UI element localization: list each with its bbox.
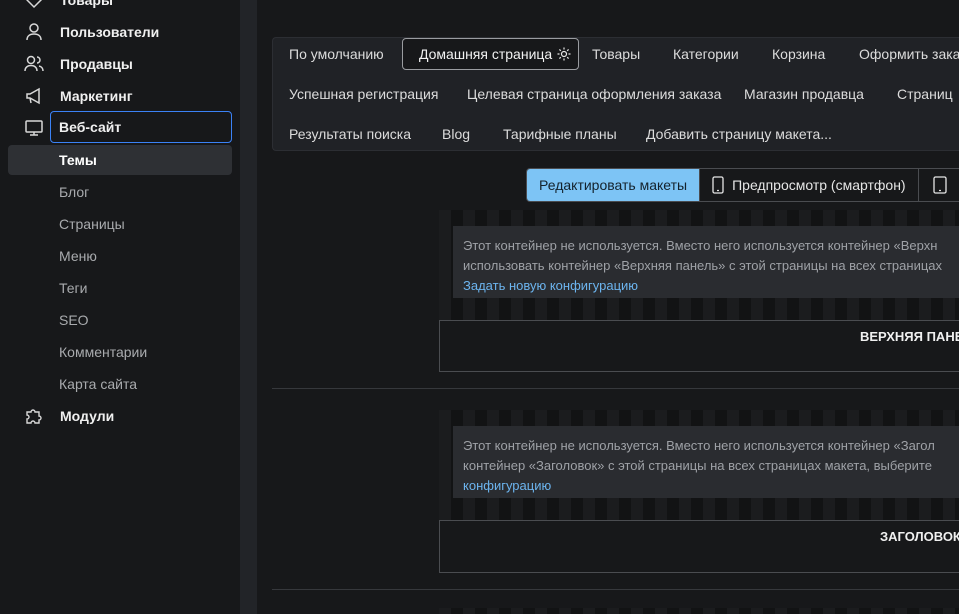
set-new-config-link[interactable]: конфигурацию <box>463 476 959 496</box>
tab-home-page[interactable]: Домашняя страница <box>402 38 580 70</box>
sidebar-item-vendors[interactable]: Продавцы <box>10 50 230 78</box>
sidebar-item-marketing[interactable]: Маркетинг <box>10 82 230 110</box>
sidebar-item-products[interactable]: Товары <box>10 0 230 14</box>
user-icon <box>22 20 46 44</box>
sidebar-item-users[interactable]: Пользователи <box>10 18 230 46</box>
sidebar-subitem-comments[interactable]: Комментарии <box>8 337 232 367</box>
main-content: По умолчанию Домашняя страница Товары Ка… <box>257 0 959 614</box>
tab-cart[interactable]: Корзина <box>772 39 825 69</box>
view-mode-toggle: Редактировать макеты Предпросмотр (смарт… <box>526 168 959 202</box>
container-next <box>439 608 959 614</box>
gear-icon[interactable] <box>556 46 572 62</box>
users-icon <box>22 52 46 76</box>
sidebar-subitem-pages[interactable]: Страницы <box>8 209 232 239</box>
container-notice: Этот контейнер не используется. Вместо н… <box>453 226 959 298</box>
grid-slot[interactable]: ВЕРХНЯЯ ПАНЕ <box>439 320 959 372</box>
tab-blog[interactable]: Blog <box>442 119 470 149</box>
tab-successful-registration[interactable]: Успешная регистрация <box>289 79 438 109</box>
sidebar-scroll-rail[interactable] <box>240 0 257 614</box>
sidebar-subitem-label: Меню <box>59 248 97 264</box>
tab-categories[interactable]: Категории <box>673 39 739 69</box>
sidebar-item-website[interactable]: Веб-сайт <box>50 111 232 143</box>
tab-search-results[interactable]: Результаты поиска <box>289 119 411 149</box>
sidebar-subitem-tags[interactable]: Теги <box>8 273 232 303</box>
notice-text-line: контейнер «Заголовок» с этой страницы на… <box>463 458 932 473</box>
sidebar-item-label: Модули <box>60 408 115 424</box>
container-title: ЗАГОЛОВОК <box>880 529 959 544</box>
tab-products[interactable]: Товары <box>592 39 640 69</box>
layout-tabs-panel: По умолчанию Домашняя страница Товары Ка… <box>272 37 959 151</box>
sidebar-item-label: Маркетинг <box>60 88 133 104</box>
sidebar-subitem-label: Страницы <box>59 216 125 232</box>
sidebar-item-label: Пользователи <box>60 24 160 40</box>
tab-checkout[interactable]: Оформить заказ <box>859 39 959 69</box>
megaphone-icon <box>22 84 46 108</box>
tablet-icon <box>932 176 947 194</box>
set-new-config-link[interactable]: Задать новую конфигурацию <box>463 276 959 296</box>
preview-phone-button[interactable]: Предпросмотр (смартфон) <box>700 169 919 201</box>
sidebar-subitem-sitemap[interactable]: Карта сайта <box>8 369 232 399</box>
sidebar-subitem-blog[interactable]: Блог <box>8 177 232 207</box>
puzzle-icon <box>22 404 46 428</box>
sidebar-item-label: Продавцы <box>60 56 133 72</box>
sidebar-subitem-label: Блог <box>59 184 90 200</box>
notice-text-line: Этот контейнер не используется. Вместо н… <box>463 238 938 253</box>
grid-slot[interactable]: ЗАГОЛОВОК <box>439 520 959 573</box>
section-divider <box>272 388 959 389</box>
notice-text-line: Этот контейнер не используется. Вместо н… <box>463 438 935 453</box>
sidebar-subitem-label: SEO <box>59 312 89 328</box>
container-title: ВЕРХНЯЯ ПАНЕ <box>860 329 959 344</box>
tab-vendor-store[interactable]: Магазин продавца <box>744 79 864 109</box>
tab-checkout-landing[interactable]: Целевая страница оформления заказа <box>467 79 721 109</box>
sidebar-item-label: Веб-сайт <box>59 119 122 135</box>
section-divider <box>272 589 959 590</box>
preview-tablet-button[interactable] <box>919 169 959 201</box>
sidebar-item-modules[interactable]: Модули <box>10 402 230 430</box>
tab-pages[interactable]: Страниц <box>897 79 953 109</box>
sidebar-item-label: Товары <box>60 0 113 8</box>
tab-add-layout-page[interactable]: Добавить страницу макета... <box>646 119 832 149</box>
notice-text-line: использовать контейнер «Верхняя панель» … <box>463 258 943 273</box>
sidebar-subitem-label: Комментарии <box>59 344 148 360</box>
edit-layouts-button[interactable]: Редактировать макеты <box>527 169 701 201</box>
monitor-icon <box>22 116 46 140</box>
sidebar-subitem-label: Теги <box>59 280 88 296</box>
sidebar-subitem-label: Темы <box>59 152 97 168</box>
sidebar-subitem-label: Карта сайта <box>59 376 137 392</box>
sidebar-subitem-seo[interactable]: SEO <box>8 305 232 335</box>
container-notice: Этот контейнер не используется. Вместо н… <box>453 426 959 498</box>
tab-label: Домашняя страница <box>419 46 553 62</box>
tag-icon <box>22 0 46 12</box>
tab-pricing-plans[interactable]: Тарифные планы <box>503 119 617 149</box>
smartphone-icon <box>712 176 724 194</box>
sidebar: Товары Пользователи Продавцы Маркетинг В… <box>0 0 240 614</box>
sidebar-subitem-menu[interactable]: Меню <box>8 241 232 271</box>
sidebar-subitem-themes[interactable]: Темы <box>8 145 232 175</box>
tab-default[interactable]: По умолчанию <box>289 39 384 69</box>
